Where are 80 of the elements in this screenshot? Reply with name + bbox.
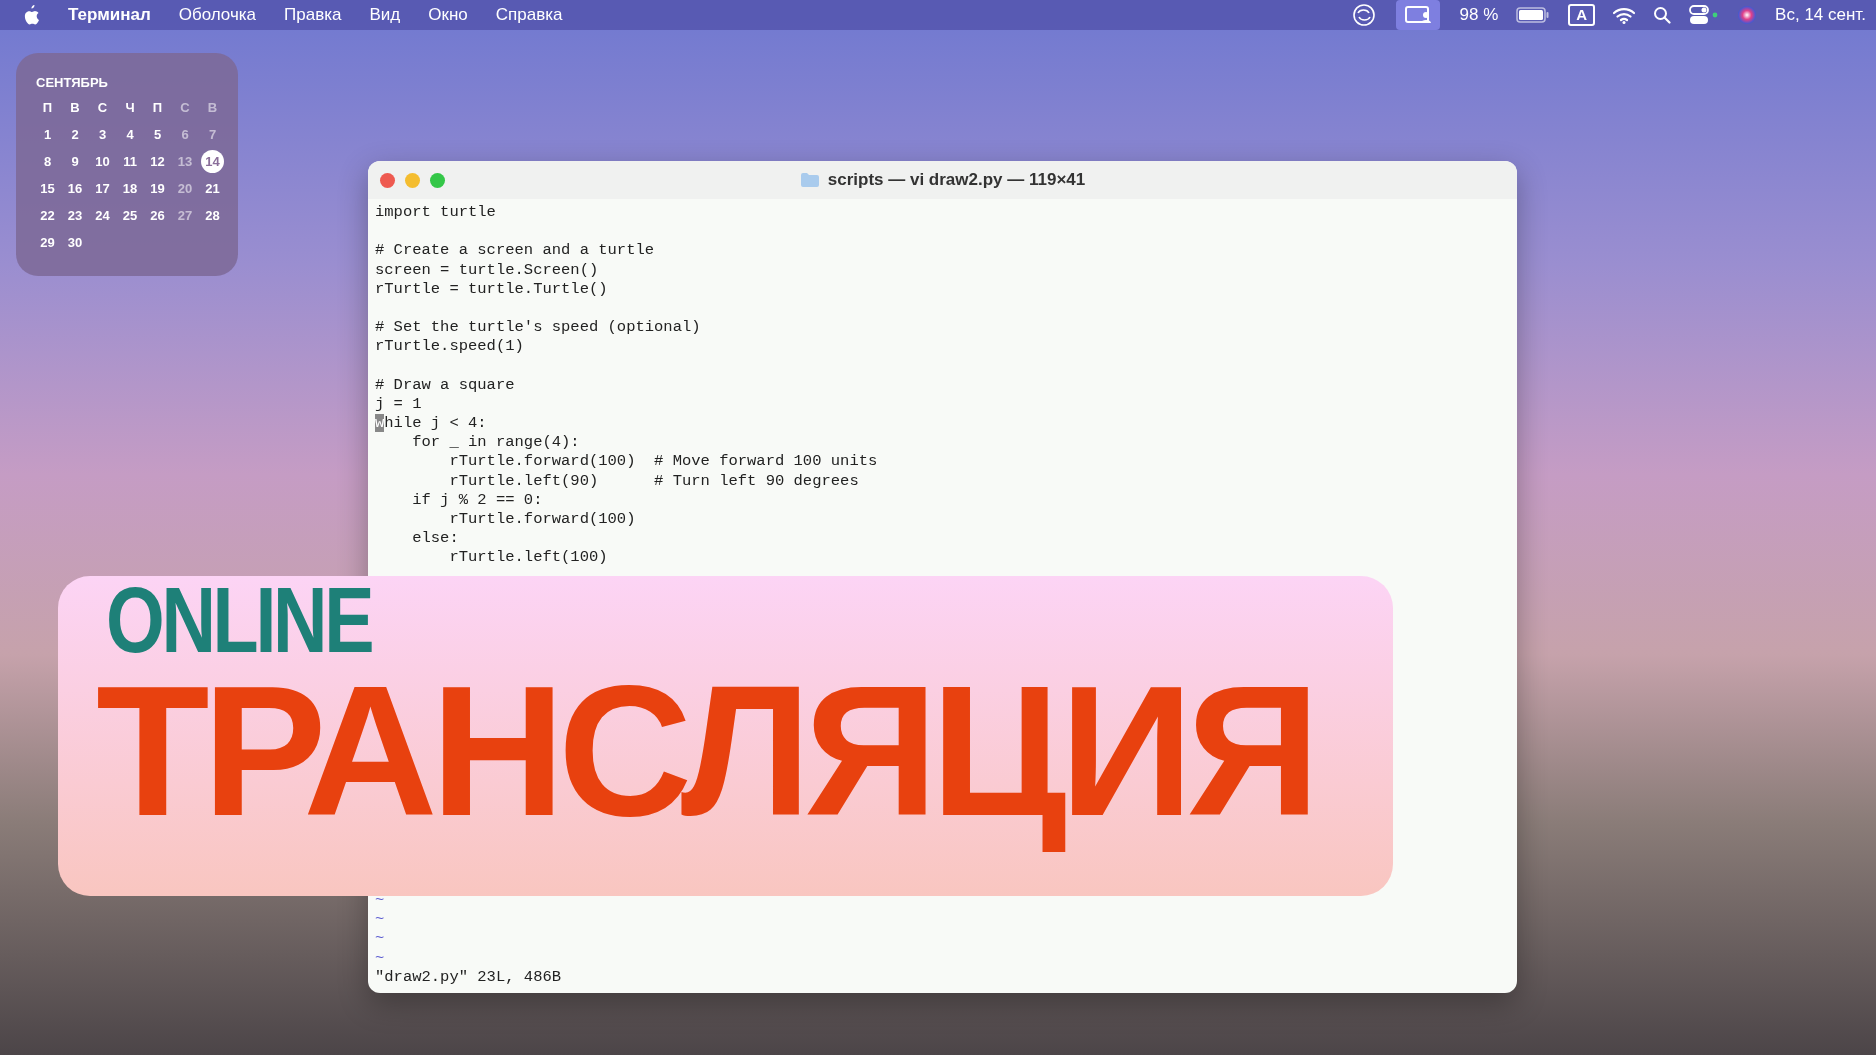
control-center-icon[interactable] <box>1689 5 1720 25</box>
calendar-day: 7 <box>201 123 224 146</box>
battery-percentage: 98 % <box>1459 5 1499 25</box>
calendar-day: 12 <box>146 150 169 173</box>
calendar-day: 23 <box>63 204 87 227</box>
empty-line-marker: ~ <box>375 891 385 910</box>
calendar-day: 1 <box>36 123 59 146</box>
menu-item[interactable]: Окно <box>428 5 468 25</box>
calendar-day: 2 <box>63 123 87 146</box>
sync-icon[interactable] <box>1351 3 1376 27</box>
menu-item[interactable]: Правка <box>284 5 342 25</box>
menu-item[interactable]: Вид <box>369 5 401 25</box>
empty-line-marker: ~ <box>375 929 385 948</box>
calendar-day: 28 <box>201 204 224 227</box>
calendar-day: 17 <box>91 177 114 200</box>
battery-icon[interactable] <box>1516 7 1551 23</box>
code-line: rTurtle.left(90) # Turn left 90 degrees <box>448 471 859 490</box>
code-line: while j < 4: <box>375 414 487 433</box>
calendar-day: 21 <box>201 177 224 200</box>
menu-item[interactable]: Справка <box>495 5 563 25</box>
calendar-day: 24 <box>91 204 114 227</box>
calendar-day: 13 <box>173 150 197 173</box>
weekday-label: П <box>151 99 164 117</box>
code-line: rTurtle = turtle.Turtle() <box>375 279 608 298</box>
calendar-day: 29 <box>36 231 59 254</box>
calendar-day: 5 <box>146 123 169 146</box>
menu-item[interactable]: Оболочка <box>178 5 257 25</box>
calendar-day: 30 <box>63 231 87 254</box>
code-line: if j % 2 == 0: <box>411 490 543 509</box>
code-line: rTurtle.left(100) <box>448 548 608 567</box>
calendar-day: 15 <box>36 177 59 200</box>
calendar-day: 18 <box>118 177 142 200</box>
calendar-day: 16 <box>63 177 87 200</box>
calendar-day: 4 <box>118 123 142 146</box>
code-line: rTurtle.forward(100) # Move forward 100 units <box>448 452 878 471</box>
weekday-label: Ч <box>124 99 136 117</box>
code-line: rTurtle.forward(100) <box>448 510 636 528</box>
window-title: scripts — vi draw2.py — 119×41 <box>827 170 1086 190</box>
close-button[interactable] <box>380 172 395 188</box>
calendar-day: 14 <box>201 150 224 173</box>
empty-line-marker: ~ <box>375 910 385 929</box>
code-line: for _ in range(4): <box>411 433 580 452</box>
apple-logo-icon[interactable] <box>22 4 40 26</box>
keyboard-layout-indicator[interactable]: A <box>1568 4 1596 26</box>
weekday-label: С <box>179 99 191 117</box>
code-line: # Create a screen and a turtle <box>375 241 655 260</box>
calendar-day: 11 <box>118 150 142 173</box>
weekday-label: В <box>69 99 81 117</box>
weekday-label: С <box>96 99 109 117</box>
status-line: "draw2.py" 23L, 486B <box>375 967 562 986</box>
folder-icon <box>799 172 820 188</box>
wifi-icon[interactable] <box>1613 6 1636 24</box>
calendar-day: 8 <box>36 150 59 173</box>
empty-line-marker: ~ <box>375 948 385 967</box>
weekday-label: В <box>206 99 219 117</box>
calendar-widget[interactable]: СЕНТЯБРЬ П В С Ч П С В 1 2 3 4 5 6 7 8 9 10 11 12 13 14 15 16 17 18 19 20 21 22 23 24 25 26 27 28 29 30 <box>16 53 238 276</box>
calendar-day: 26 <box>146 204 169 227</box>
search-icon[interactable] <box>1653 6 1672 24</box>
calendar-day: 3 <box>91 123 114 146</box>
calendar-day: 6 <box>173 123 197 146</box>
screen-sharing-icon[interactable] <box>1395 0 1440 30</box>
calendar-month: СЕНТЯБРЬ <box>36 75 109 90</box>
menu-bar-clock[interactable]: Вс, 14 сент. <box>1775 5 1866 25</box>
calendar-day: 25 <box>118 204 142 227</box>
code-line: import turtle <box>375 203 496 221</box>
weekday-label: П <box>41 99 54 117</box>
code-line: j = 1 <box>375 394 422 413</box>
app-menu[interactable]: Терминал <box>68 5 151 25</box>
assistant-orb-icon[interactable] <box>1737 5 1758 25</box>
calendar-day: 19 <box>146 177 169 200</box>
code-line: # Set the turtle's speed (optional) <box>375 318 701 337</box>
calendar-day: 10 <box>91 150 114 173</box>
code-line: screen = turtle.Screen() <box>375 260 599 279</box>
calendar-day: 9 <box>63 150 87 173</box>
code-line: # Draw a square <box>375 375 515 394</box>
calendar-day: 20 <box>173 177 197 200</box>
code-line: else: <box>411 529 459 548</box>
calendar-day: 27 <box>173 204 197 227</box>
code-line: rTurtle.speed(1) <box>375 337 524 356</box>
calendar-day: 22 <box>36 204 59 227</box>
